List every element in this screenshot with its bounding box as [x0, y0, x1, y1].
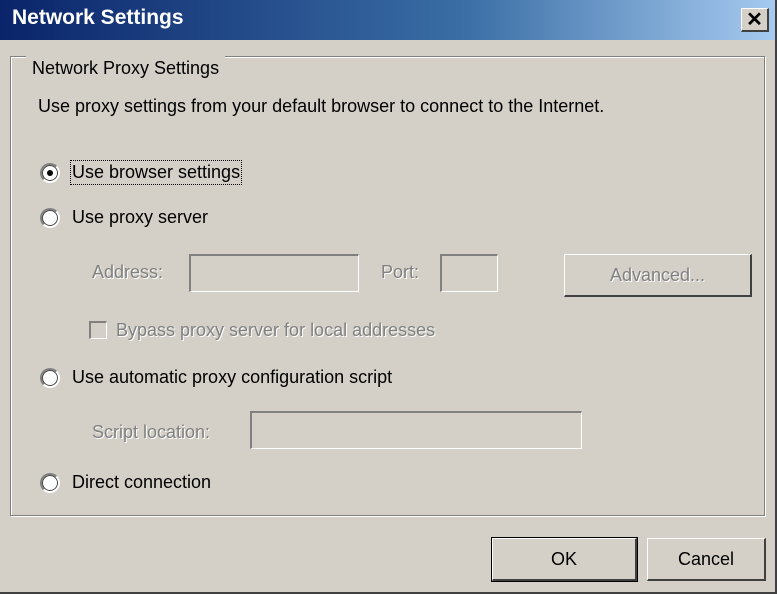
port-label: Port:	[381, 262, 420, 282]
bypass-label: Bypass proxy server for local addresses	[116, 320, 436, 340]
network-settings-dialog: Network Settings ✕ Network Proxy Setting…	[0, 0, 777, 594]
close-button[interactable]: ✕	[741, 8, 769, 32]
cancel-button[interactable]: Cancel	[647, 538, 766, 581]
option-label-direct: Direct connection	[72, 472, 212, 492]
option-use-proxy-server[interactable]: Use proxy server	[40, 207, 208, 228]
port-input[interactable]	[440, 254, 498, 292]
radio-proxy-server[interactable]	[40, 207, 60, 228]
script-location-input[interactable]	[250, 411, 582, 449]
option-direct-connection[interactable]: Direct connection	[40, 472, 211, 493]
group-legend: Network Proxy Settings	[26, 56, 226, 80]
window-title: Network Settings	[12, 6, 184, 29]
close-icon: ✕	[746, 8, 763, 31]
radio-direct-connection[interactable]	[40, 472, 60, 493]
ok-button[interactable]: OK	[491, 537, 638, 582]
option-label-auto: Use automatic proxy configuration script	[72, 367, 393, 387]
radio-browser-settings[interactable]	[40, 162, 60, 183]
title-bar[interactable]: Network Settings ✕	[0, 0, 775, 40]
address-label: Address:	[92, 262, 164, 282]
option-use-browser-settings[interactable]: Use browser settings	[40, 160, 243, 185]
option-label-browser: Use browser settings	[69, 160, 243, 185]
option-automatic-script[interactable]: Use automatic proxy configuration script	[40, 367, 392, 388]
radio-automatic-script[interactable]	[40, 367, 60, 388]
address-input[interactable]	[189, 254, 359, 292]
bypass-checkbox[interactable]	[89, 321, 107, 339]
description-text: Use proxy settings from your default bro…	[38, 96, 605, 116]
option-label-proxy: Use proxy server	[72, 207, 209, 227]
advanced-button[interactable]: Advanced...	[564, 254, 752, 297]
script-location-label: Script location:	[92, 422, 211, 442]
